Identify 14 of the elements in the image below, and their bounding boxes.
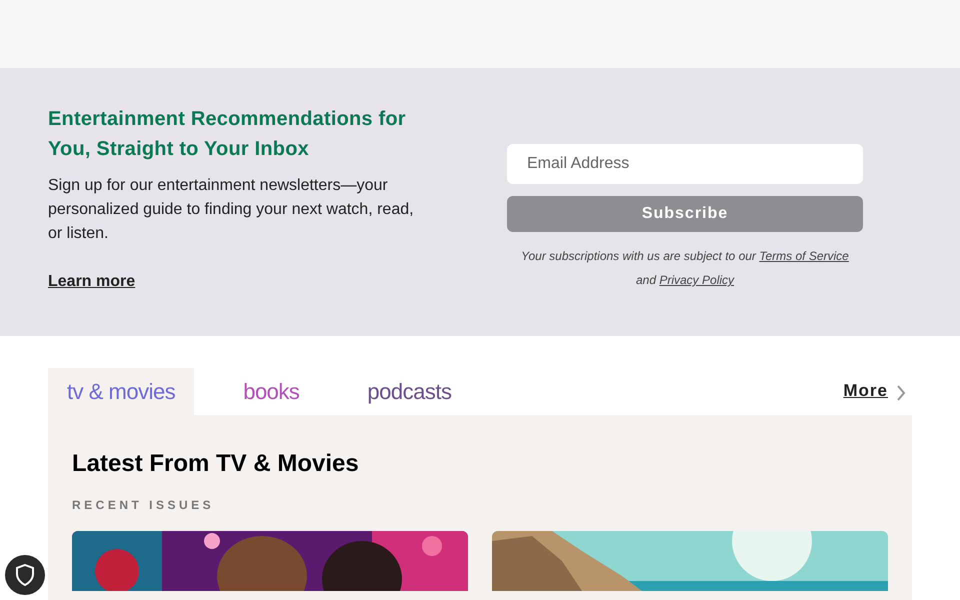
panel-title: Latest From TV & Movies — [72, 449, 360, 479]
email-field[interactable]: Email Address — [507, 144, 863, 184]
legal-notice: Your subscriptions with us are subject to our Terms of Service and Privacy Policy — [520, 248, 850, 289]
section-label: RECENT ISSUES — [72, 497, 216, 514]
newsletter-description: Sign up for our entertainment newsletters—your personalized guide to finding your next watch, read, or listen. — [48, 176, 415, 244]
terms-link[interactable]: Terms of Service — [759, 249, 849, 263]
learn-more-link[interactable]: Learn more — [48, 270, 136, 294]
privacy-link[interactable]: Privacy Policy — [659, 273, 734, 287]
chevron-right-icon — [896, 385, 906, 401]
category-tab[interactable]: tv & movies — [48, 368, 194, 415]
privacy-shield-button[interactable] — [5, 555, 45, 595]
shield-icon — [15, 564, 35, 586]
newsletter-heading: Entertainment Recommendations for You, Straight to Your Inbox — [48, 107, 407, 162]
more-link[interactable]: More — [843, 378, 888, 403]
